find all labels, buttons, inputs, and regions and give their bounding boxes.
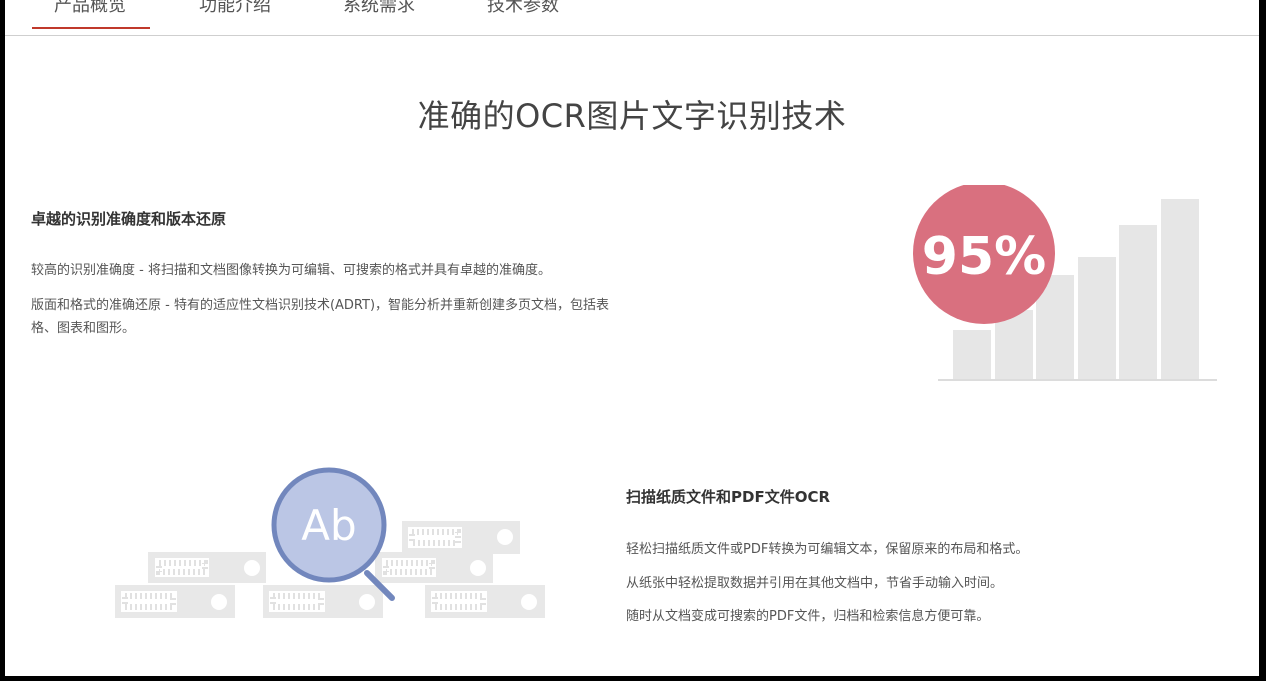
illustration-bar-4 — [1078, 257, 1116, 380]
magnifier-icon: Ab — [271, 467, 395, 601]
illustration-bar-1 — [953, 330, 991, 380]
section2-paragraph-2: 从纸张中轻松提取数据并引用在其他文档中，节省手动输入时间。 — [626, 576, 1004, 591]
tab-bar: 产品概览 功能介绍 系统需求 技术参数 — [5, 0, 1259, 36]
section1-paragraph-1: 较高的识别准确度 - 将扫描和文档图像转换为可编辑、可搜索的格式并具有卓越的准确… — [31, 263, 551, 278]
document-block — [115, 585, 235, 618]
document-block — [425, 585, 545, 618]
section1-heading: 卓越的识别准确度和版本还原 — [31, 210, 227, 228]
tab-system-requirements[interactable]: 系统需求 — [343, 0, 415, 18]
accuracy-illustration: 95% — [913, 185, 1217, 381]
tab-overview[interactable]: 产品概览 — [32, 0, 150, 29]
tab-tech-specs[interactable]: 技术参数 — [487, 0, 559, 18]
section2-paragraph-1: 轻松扫描纸质文件或PDF转换为可编辑文本，保留原来的布局和格式。 — [626, 542, 1029, 557]
document-block — [263, 585, 383, 618]
magnifier-text: Ab — [301, 501, 356, 550]
section1-paragraph-2: 版面和格式的准确还原 - 特有的适应性文档识别技术(ADRT)，智能分析并重新创… — [31, 298, 610, 336]
tab-features[interactable]: 功能介绍 — [199, 0, 271, 18]
accuracy-badge-text: 95% — [922, 227, 1046, 287]
document-block — [375, 552, 493, 583]
scan-illustration: Ab — [115, 467, 545, 618]
document-block — [402, 521, 520, 554]
section2-heading: 扫描纸质文件和PDF文件OCR — [626, 488, 831, 506]
page-title: 准确的OCR图片文字识别技术 — [417, 97, 847, 136]
page-frame: 产品概览 功能介绍 系统需求 技术参数 准确的OCR图片文字识别技术 卓越的识别… — [5, 0, 1259, 676]
illustration-bar-5 — [1119, 225, 1157, 380]
section2-paragraph-3: 随时从文档变成可搜索的PDF文件，归档和检索信息方便可靠。 — [626, 609, 990, 624]
document-block — [148, 552, 266, 583]
illustration-bar-6 — [1161, 199, 1199, 380]
